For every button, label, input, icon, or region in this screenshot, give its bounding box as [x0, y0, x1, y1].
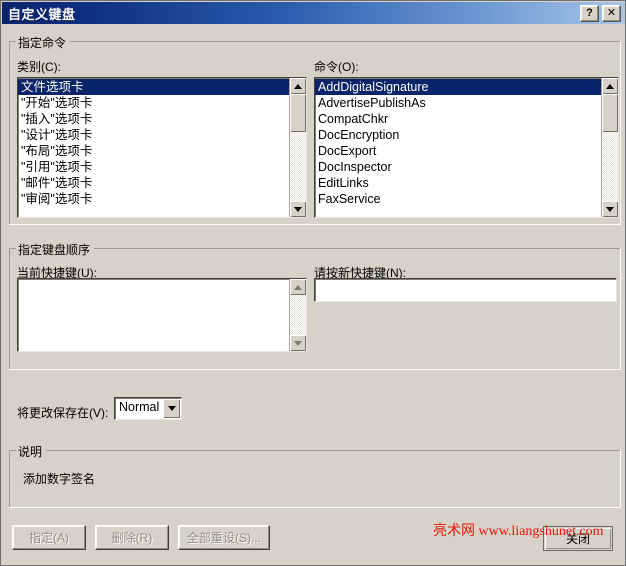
scrollbar-track[interactable]: [602, 94, 618, 201]
categories-label: 类别(C):: [17, 60, 61, 74]
new-shortcut-key-input[interactable]: [314, 278, 617, 302]
list-item[interactable]: DocEncryption: [315, 127, 601, 143]
scrollbar-track[interactable]: [290, 94, 306, 201]
commands-items[interactable]: AddDigitalSignature AdvertisePublishAs C…: [315, 78, 601, 217]
commands-listbox[interactable]: AddDigitalSignature AdvertisePublishAs C…: [314, 77, 619, 218]
close-icon[interactable]: ✕: [602, 4, 621, 22]
scroll-down-icon[interactable]: [602, 201, 618, 217]
save-in-combobox[interactable]: Normal: [114, 397, 182, 420]
current-keys-items[interactable]: [18, 279, 289, 351]
categories-scrollbar[interactable]: [289, 78, 306, 217]
description-group-title: 说明: [16, 443, 47, 460]
list-item[interactable]: "邮件"选项卡: [18, 175, 289, 191]
commands-scrollbar[interactable]: [601, 78, 618, 217]
scroll-up-icon[interactable]: [602, 78, 618, 94]
list-item[interactable]: "设计"选项卡: [18, 127, 289, 143]
current-keys-listbox[interactable]: [17, 278, 307, 352]
categories-listbox[interactable]: 文件选项卡 "开始"选项卡 "插入"选项卡 "设计"选项卡 "布局"选项卡 "引…: [17, 77, 307, 218]
customize-keyboard-dialog: 自定义键盘 ? ✕ 指定命令 类别(C): 命令(O): 文件选项卡 "开始"选…: [0, 0, 626, 566]
save-in-label: 将更改保存在(V):: [17, 406, 109, 420]
description-text: 添加数字签名: [23, 472, 96, 486]
list-item[interactable]: EditLinks: [315, 175, 601, 191]
save-in-value: Normal: [119, 400, 160, 414]
help-icon[interactable]: ?: [580, 4, 599, 22]
list-item[interactable]: AddDigitalSignature: [315, 79, 601, 95]
categories-items[interactable]: 文件选项卡 "开始"选项卡 "插入"选项卡 "设计"选项卡 "布局"选项卡 "引…: [18, 78, 289, 217]
list-item[interactable]: "布局"选项卡: [18, 143, 289, 159]
list-item[interactable]: "审阅"选项卡: [18, 191, 289, 207]
list-item[interactable]: AdvertisePublishAs: [315, 95, 601, 111]
title-bar[interactable]: 自定义键盘 ? ✕: [2, 2, 625, 24]
watermark: 亮术网 www.liangshunet.com: [433, 524, 604, 539]
list-item[interactable]: 文件选项卡: [18, 79, 289, 95]
list-item[interactable]: DocExport: [315, 143, 601, 159]
assign-button[interactable]: 指定(A): [12, 525, 86, 550]
scrollbar-thumb[interactable]: [602, 94, 618, 132]
list-item[interactable]: CompatChkr: [315, 111, 601, 127]
list-item[interactable]: "开始"选项卡: [18, 95, 289, 111]
scroll-down-icon[interactable]: [290, 201, 306, 217]
current-keys-scrollbar[interactable]: [289, 279, 306, 351]
description-group: 说明: [9, 443, 621, 508]
chevron-down-icon[interactable]: [163, 399, 180, 418]
list-item[interactable]: "引用"选项卡: [18, 159, 289, 175]
assign-command-group-title: 指定命令: [16, 34, 71, 51]
commands-label: 命令(O):: [314, 60, 359, 74]
remove-button[interactable]: 删除(R): [95, 525, 169, 550]
keyboard-sequence-group-title: 指定键盘顺序: [16, 241, 95, 258]
window-title: 自定义键盘: [8, 6, 76, 22]
scroll-down-icon[interactable]: [290, 335, 306, 351]
reset-all-button[interactable]: 全部重设(S)...: [178, 525, 270, 550]
list-item[interactable]: FaxService: [315, 191, 601, 207]
scrollbar-thumb[interactable]: [290, 94, 306, 132]
list-item[interactable]: "插入"选项卡: [18, 111, 289, 127]
scroll-up-icon[interactable]: [290, 78, 306, 94]
title-bar-buttons: ? ✕: [580, 4, 625, 22]
scrollbar-track[interactable]: [290, 295, 306, 335]
scroll-up-icon[interactable]: [290, 279, 306, 295]
list-item[interactable]: DocInspector: [315, 159, 601, 175]
